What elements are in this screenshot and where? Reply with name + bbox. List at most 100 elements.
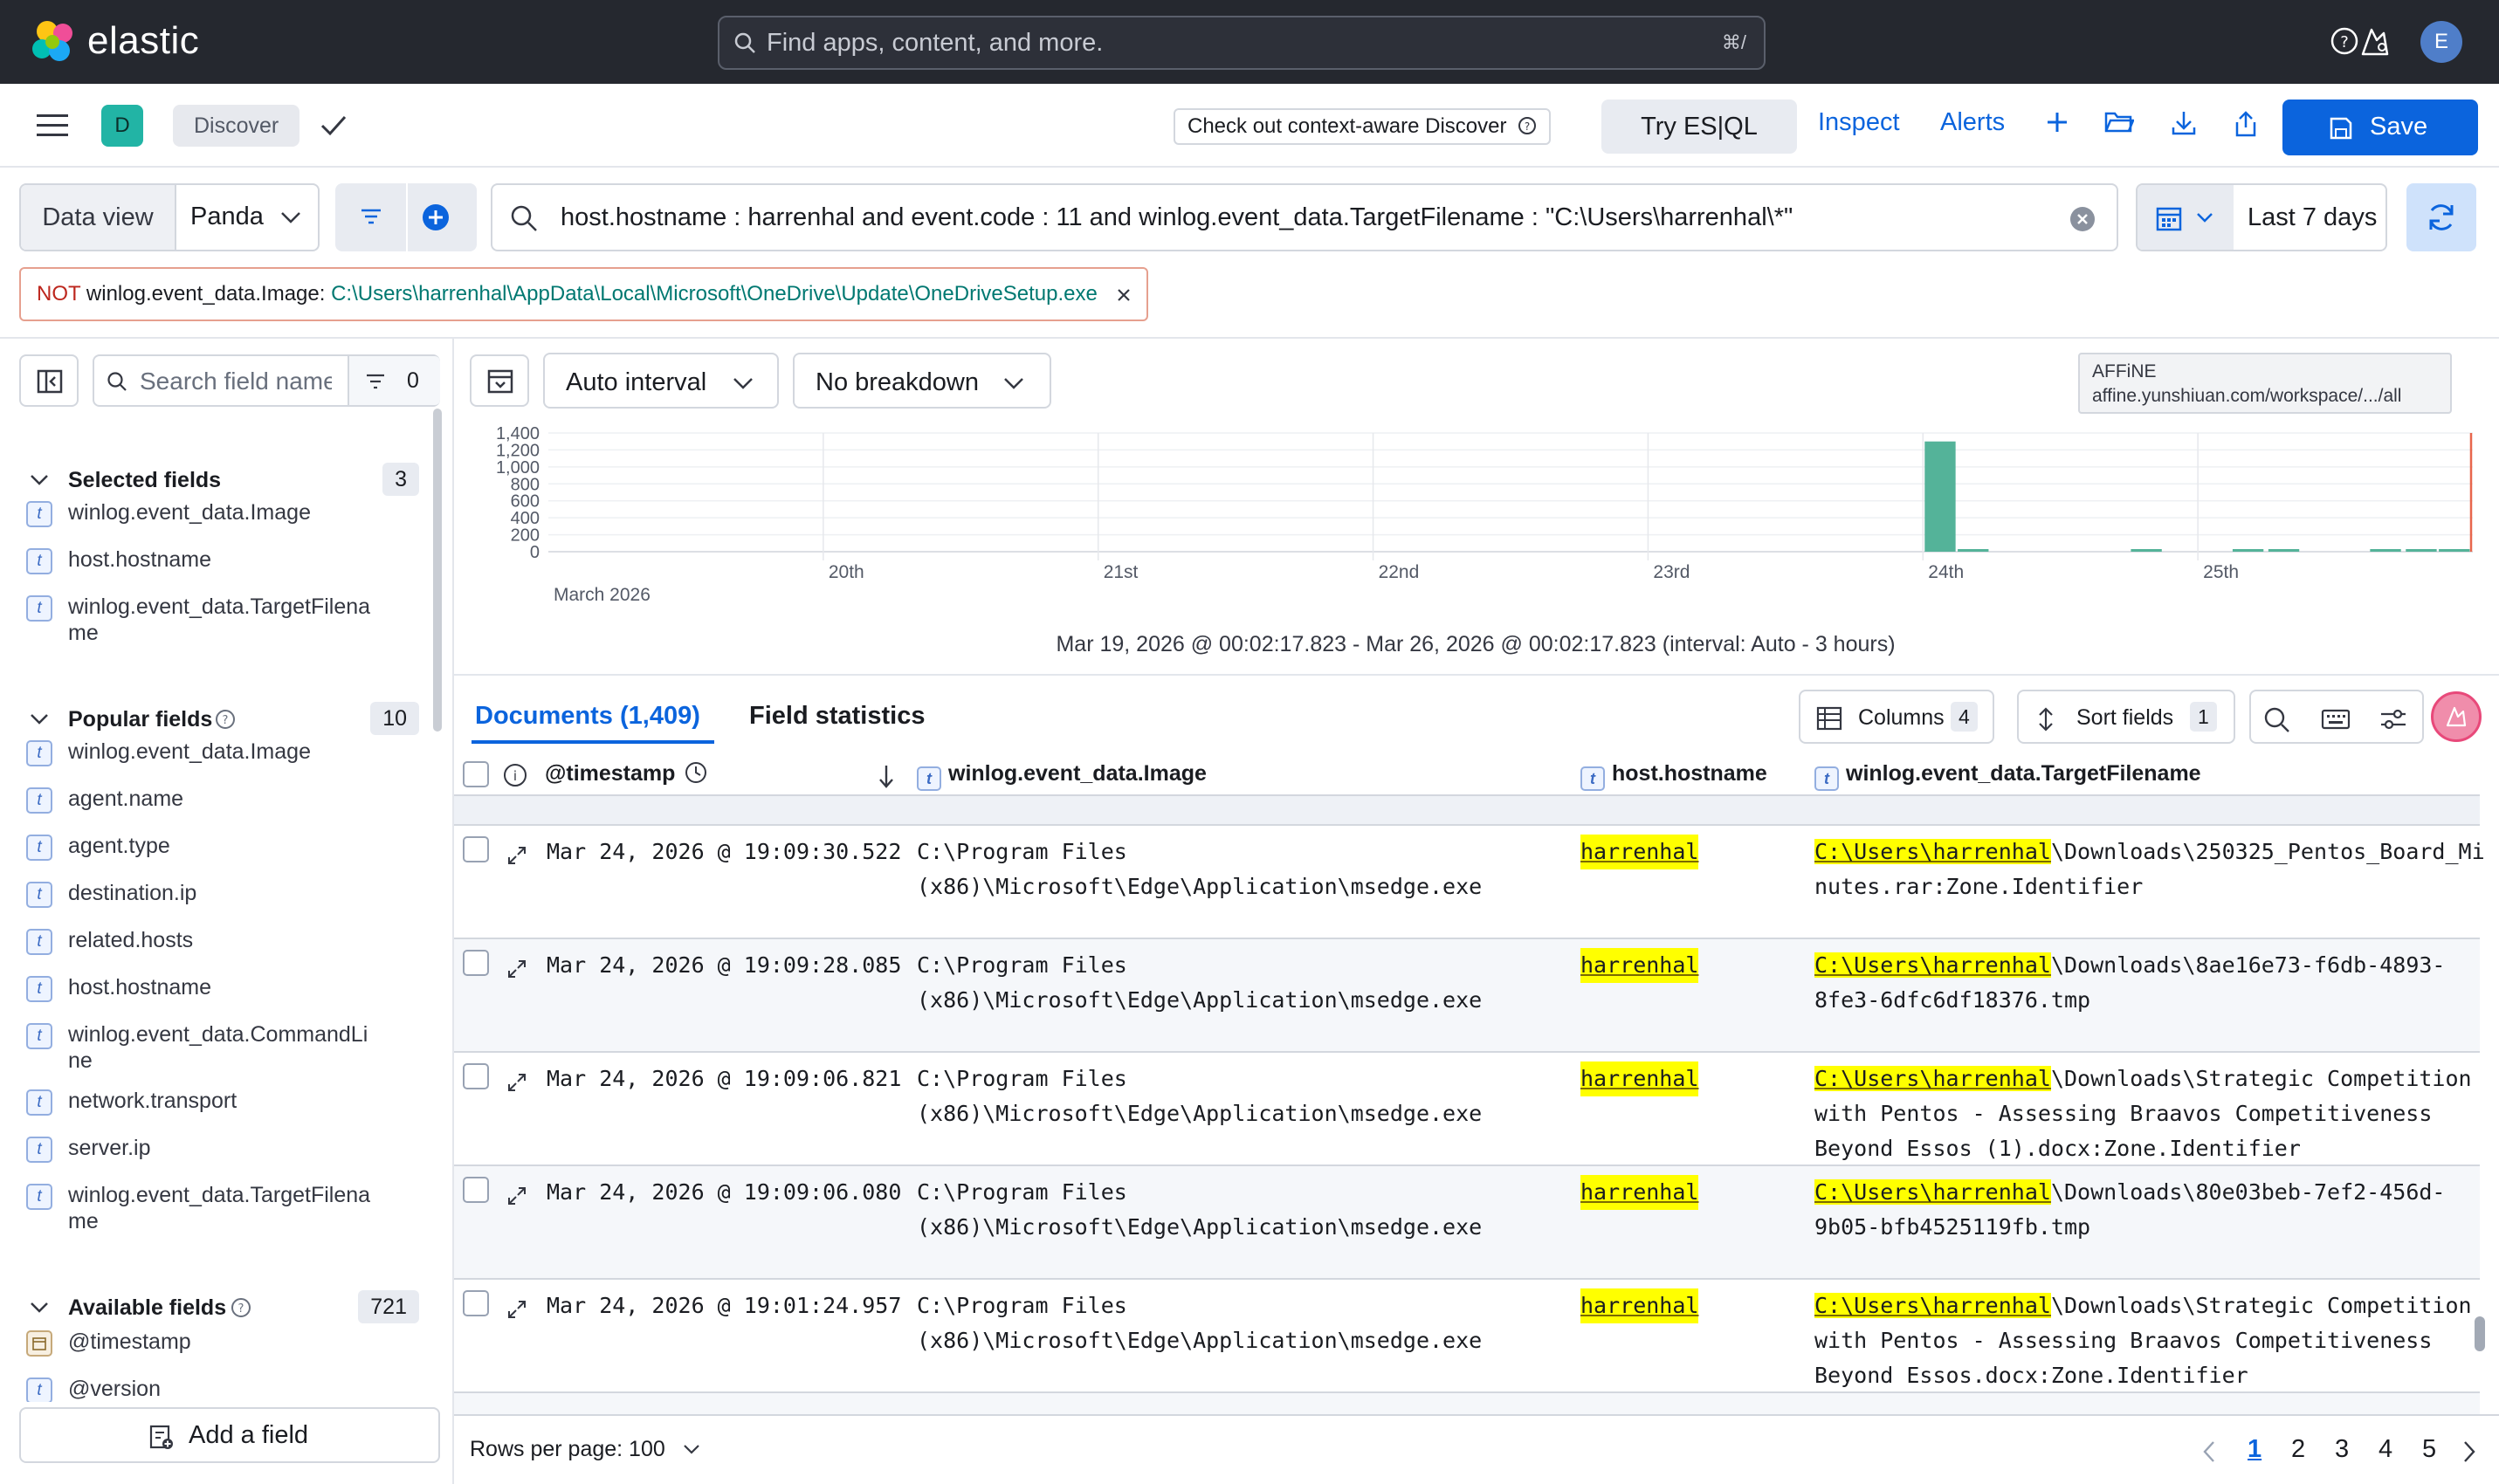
row-checkbox[interactable] [463,1290,489,1316]
time-range-label[interactable]: Last 7 days [2248,203,2377,232]
row-checkbox[interactable] [463,1177,489,1203]
date-picker[interactable]: Last 7 days [2136,183,2387,251]
table-scrollbar[interactable] [2475,1316,2485,1351]
columns-button[interactable]: Columns 4 [1799,690,1994,744]
page-4[interactable]: 4 [2379,1435,2392,1464]
download-icon[interactable] [2171,110,2197,136]
inspect-link[interactable]: Inspect [1818,108,1900,137]
selected-fields-section[interactable]: Selected fields 3 [26,463,419,498]
histogram-bar[interactable] [2439,549,2470,552]
page-2[interactable]: 2 [2291,1435,2305,1464]
sidebar-scrollbar[interactable] [433,409,442,732]
page-3[interactable]: 3 [2335,1435,2349,1464]
ai-assistant-icon[interactable] [2358,24,2392,58]
expand-icon[interactable] [506,958,527,979]
filter-pill[interactable]: NOT winlog.event_data.Image: C:\Users\ha… [19,267,1148,321]
popular-fields-section[interactable]: Popular fields ? 10 [26,702,419,737]
tab-documents[interactable]: Documents (1,409) [475,702,700,731]
table-row[interactable]: Mar 24, 2026 @ 19:09:28.085 C:\Program Fi… [454,939,2480,1053]
space-avatar[interactable]: D [101,105,143,147]
elastic-logo-icon[interactable] [30,19,79,65]
user-avatar[interactable]: E [2420,21,2462,63]
data-view-value[interactable]: Panda [190,203,264,231]
toggle-histogram-button[interactable] [470,354,529,407]
row-checkbox[interactable] [463,950,489,976]
add-filter-icon[interactable] [421,203,451,232]
table-row[interactable]: Mar 24, 2026 @ 19:01:24.957 C:\Program Fi… [454,1280,2480,1393]
column-header-image[interactable]: t winlog.event_data.Image [917,761,1207,791]
sort-fields-button[interactable]: Sort fields 1 [2017,690,2235,744]
chevron-down-icon[interactable] [683,1444,700,1456]
available-fields-section[interactable]: Available fields ? 721 [26,1290,419,1325]
svg-text:?: ? [238,1302,244,1316]
histogram-bar[interactable] [2406,549,2437,552]
data-view-picker[interactable]: Data view Panda [19,183,320,251]
help-icon[interactable]: ? [231,1297,251,1318]
ai-badge-icon[interactable] [2431,691,2482,742]
help-icon[interactable]: ? [215,709,236,730]
expand-icon[interactable] [506,1072,527,1093]
chevron-down-icon[interactable] [279,210,302,225]
clear-query-icon[interactable] [2069,206,2096,232]
page-1[interactable]: 1 [2248,1435,2261,1464]
save-button[interactable]: Save [2282,100,2478,155]
field-type-filter-button[interactable]: 0 [348,356,440,405]
remove-filter-icon[interactable] [1115,286,1132,304]
search-icon[interactable] [2263,706,2291,732]
sort-descending-icon[interactable] [877,763,896,789]
keyboard-icon[interactable] [2321,706,2351,732]
next-page-icon[interactable] [2462,1440,2476,1463]
refresh-button[interactable] [2406,183,2476,251]
breakdown-select[interactable]: No breakdown [793,353,1051,409]
alerts-link[interactable]: Alerts [1940,108,2005,137]
histogram-bar[interactable] [2232,549,2264,552]
histogram-chart[interactable]: 1,4001,2001,0008006004002000 20th 21st 22n… [472,419,2480,629]
column-header-target-filename[interactable]: t winlog.event_data.TargetFilename [1814,761,2201,791]
help-icon[interactable]: ? [2330,26,2359,56]
row-checkbox[interactable] [463,836,489,862]
select-all-checkbox[interactable] [463,761,489,787]
tab-field-statistics[interactable]: Field statistics [749,702,925,731]
table-columns-icon [1816,706,1842,731]
field-item[interactable]: t @version [26,1376,428,1402]
table-row[interactable]: Mar 24, 2026 @ 19:09:06.821 C:\Program Fi… [454,1053,2480,1166]
previous-page-icon[interactable] [2202,1440,2216,1463]
expand-icon[interactable] [506,1185,527,1206]
field-search-input[interactable]: Search field names 0 [93,354,440,407]
query-text[interactable]: host.hostname : harrenhal and event.code… [561,203,1793,232]
interval-select[interactable]: Auto interval [543,353,779,409]
date-quick-menu[interactable] [2138,185,2234,250]
collapse-sidebar-button[interactable] [19,354,79,407]
add-field-button[interactable]: Add a field [19,1407,440,1463]
histogram-bar[interactable] [2370,549,2401,552]
check-icon[interactable] [320,113,348,138]
chevron-down-icon [31,1302,48,1313]
filter-menu-icon[interactable] [360,207,382,226]
context-aware-discover-button[interactable]: Check out context-aware Discover ? [1174,108,1552,145]
folder-open-icon[interactable] [2104,110,2134,134]
info-icon[interactable]: i [503,763,527,787]
column-header-timestamp[interactable]: @timestamp [545,761,707,787]
try-esql-button[interactable]: Try ES|QL [1601,100,1797,154]
query-input[interactable]: host.hostname : harrenhal and event.code… [491,183,2118,251]
table-row[interactable]: Mar 24, 2026 @ 19:09:06.080 C:\Program Fi… [454,1166,2480,1280]
display-settings-icon[interactable] [2379,706,2408,732]
global-search-input[interactable]: Find apps, content, and more. ⌘/ [718,16,1766,70]
histogram-bar[interactable] [2268,549,2300,552]
histogram-bar[interactable] [2131,549,2162,552]
row-checkbox[interactable] [463,1063,489,1089]
column-header-hostname[interactable]: t host.hostname [1580,761,1767,791]
expand-icon[interactable] [506,1299,527,1320]
histogram-bar[interactable] [1924,441,1956,552]
table-row[interactable]: Mar 24, 2026 @ 19:09:30.522 C:\Program Fi… [454,826,2485,939]
hamburger-menu-icon[interactable] [37,113,68,139]
expand-icon[interactable] [506,845,527,866]
histogram-bar[interactable] [1958,549,1989,552]
breadcrumb[interactable]: Discover [173,105,300,147]
table-row-partial[interactable] [454,1393,2480,1414]
plus-icon[interactable] [2045,110,2069,134]
rows-per-page-select[interactable]: Rows per page: 100 [470,1437,665,1462]
page-5[interactable]: 5 [2422,1435,2436,1464]
grid-toolbar [2249,690,2424,744]
share-icon[interactable] [2234,110,2258,138]
